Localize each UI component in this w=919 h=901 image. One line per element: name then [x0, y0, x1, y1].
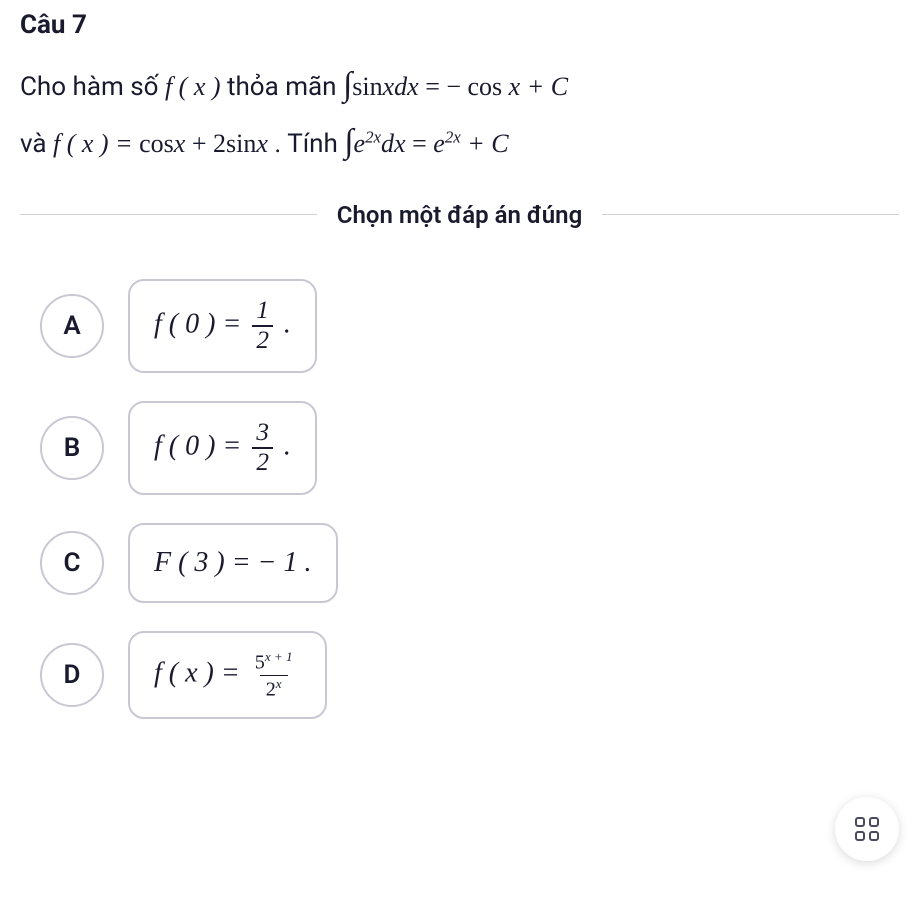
divider-right: [602, 214, 899, 215]
question-part3: và: [20, 129, 53, 159]
question-part2: thỏa mãn: [227, 72, 343, 102]
option-d: D f ( x ) = 5x + 1 2x: [40, 631, 899, 719]
option-b-content[interactable]: f ( 0 ) = 3 2 .: [128, 401, 317, 495]
instruction-row: Chọn một đáp án đúng: [20, 201, 899, 229]
equation-3: ∫e2xdx = e2x + C: [344, 129, 508, 158]
option-c-content[interactable]: F ( 3 ) = − 1 .: [128, 523, 338, 603]
option-c-letter[interactable]: C: [40, 531, 104, 595]
fraction: 1 2: [252, 297, 273, 355]
question-part1: Cho hàm số: [20, 72, 165, 102]
fx-expression: f ( x ): [165, 72, 221, 101]
grid-menu-button[interactable]: [835, 797, 899, 861]
instruction-text: Chọn một đáp án đúng: [317, 201, 602, 229]
option-a-letter[interactable]: A: [40, 294, 104, 358]
option-b: B f ( 0 ) = 3 2 .: [40, 401, 899, 495]
option-c: C F ( 3 ) = − 1 .: [40, 523, 899, 603]
question-number: Câu 7: [20, 10, 899, 40]
option-a: A f ( 0 ) = 1 2 .: [40, 279, 899, 373]
option-d-letter[interactable]: D: [40, 643, 104, 707]
divider-left: [20, 214, 317, 215]
equation-1: ∫sinxdx = − cos x + C: [343, 72, 568, 101]
fraction: 5x + 1 2x: [251, 649, 297, 701]
option-d-content[interactable]: f ( x ) = 5x + 1 2x: [128, 631, 327, 719]
grid-icon: [855, 817, 879, 841]
fx2-expression: f ( x ) = cosx + 2sinx: [53, 129, 274, 158]
options-container: A f ( 0 ) = 1 2 . B f ( 0 ) = 3 2 .: [40, 279, 899, 719]
option-a-content[interactable]: f ( 0 ) = 1 2 .: [128, 279, 317, 373]
question-text: Cho hàm số f ( x ) thỏa mãn ∫sinxdx = − …: [20, 56, 899, 171]
option-b-letter[interactable]: B: [40, 416, 104, 480]
question-part4: . Tính: [274, 129, 344, 159]
fraction: 3 2: [252, 419, 273, 477]
